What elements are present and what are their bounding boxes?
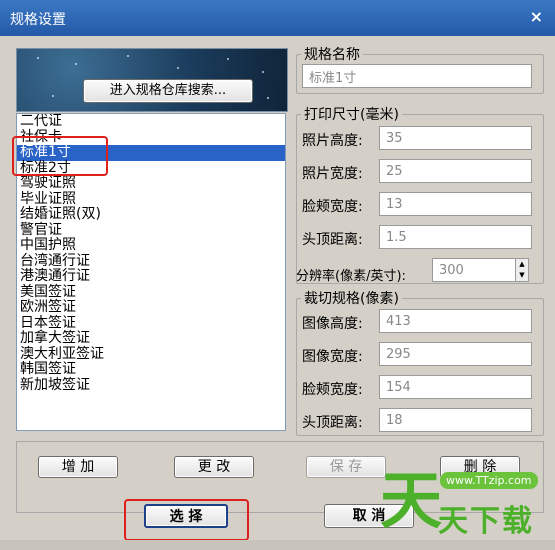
print-height-input[interactable] <box>379 126 532 150</box>
crop-top-distance-label: 头顶距离: <box>302 415 363 431</box>
watermark-url: www.TTzip.com <box>440 472 538 489</box>
close-icon[interactable]: × <box>530 7 543 26</box>
save-button[interactable]: 保 存 <box>306 456 386 478</box>
resolution-label: 分辨率(像素/英寸): <box>296 269 406 284</box>
resolution-spinner[interactable]: ▲ ▼ <box>515 258 529 282</box>
edit-button[interactable]: 更 改 <box>174 456 254 478</box>
crop-legend: 裁切规格(像素) <box>304 291 399 307</box>
print-width-label: 照片宽度: <box>302 166 363 182</box>
print-height-label: 照片高度: <box>302 133 363 149</box>
spec-name-legend: 规格名称 <box>304 47 360 63</box>
print-face-width-input[interactable] <box>379 192 532 216</box>
list-item[interactable]: 加拿大签证 <box>17 330 285 347</box>
print-size-legend: 打印尺寸(毫米) <box>304 107 399 123</box>
print-top-distance-input[interactable] <box>379 225 532 249</box>
crop-face-width-label: 脸颊宽度: <box>302 382 363 398</box>
watermark-logo: 天 www.TTzip.com 天下载 <box>380 462 550 547</box>
list-item[interactable]: 台湾通行证 <box>17 253 285 270</box>
list-item[interactable]: 韩国签证 <box>17 361 285 378</box>
image-height-label: 图像高度: <box>302 316 363 332</box>
title-bar: 规格设置 × <box>0 0 555 36</box>
watermark-text: 天下载 <box>438 504 534 539</box>
print-width-input[interactable] <box>379 159 532 183</box>
image-width-input[interactable] <box>379 342 532 366</box>
window-title: 规格设置 <box>10 12 66 28</box>
list-item[interactable]: 港澳通行证 <box>17 268 285 285</box>
print-top-distance-label: 头顶距离: <box>302 232 363 248</box>
list-item[interactable]: 中国护照 <box>17 237 285 254</box>
list-item[interactable]: 美国签证 <box>17 284 285 301</box>
image-height-input[interactable] <box>379 309 532 333</box>
list-item[interactable]: 驾驶证照 <box>17 175 285 192</box>
highlight-box-select <box>124 499 249 541</box>
add-button[interactable]: 增 加 <box>38 456 118 478</box>
list-item[interactable]: 新加坡签证 <box>17 377 285 394</box>
search-banner: 进入规格仓库搜索... <box>16 48 288 112</box>
status-bar <box>0 540 555 550</box>
spec-name-input[interactable] <box>302 64 532 88</box>
crop-face-width-input[interactable] <box>379 375 532 399</box>
list-item[interactable]: 日本签证 <box>17 315 285 332</box>
image-width-label: 图像宽度: <box>302 349 363 365</box>
list-item[interactable]: 结婚证照(双) <box>17 206 285 223</box>
crop-top-distance-input[interactable] <box>379 408 532 432</box>
highlight-box-list <box>12 136 108 176</box>
list-item[interactable]: 二代证 <box>17 114 285 130</box>
resolution-input[interactable] <box>432 258 516 282</box>
list-item[interactable]: 欧洲签证 <box>17 299 285 316</box>
repository-search-button[interactable]: 进入规格仓库搜索... <box>83 79 253 103</box>
watermark-char: 天 <box>380 464 443 537</box>
print-face-width-label: 脸颊宽度: <box>302 199 363 215</box>
list-item[interactable]: 警官证 <box>17 222 285 239</box>
list-item[interactable]: 毕业证照 <box>17 191 285 208</box>
list-item[interactable]: 澳大利亚签证 <box>17 346 285 363</box>
